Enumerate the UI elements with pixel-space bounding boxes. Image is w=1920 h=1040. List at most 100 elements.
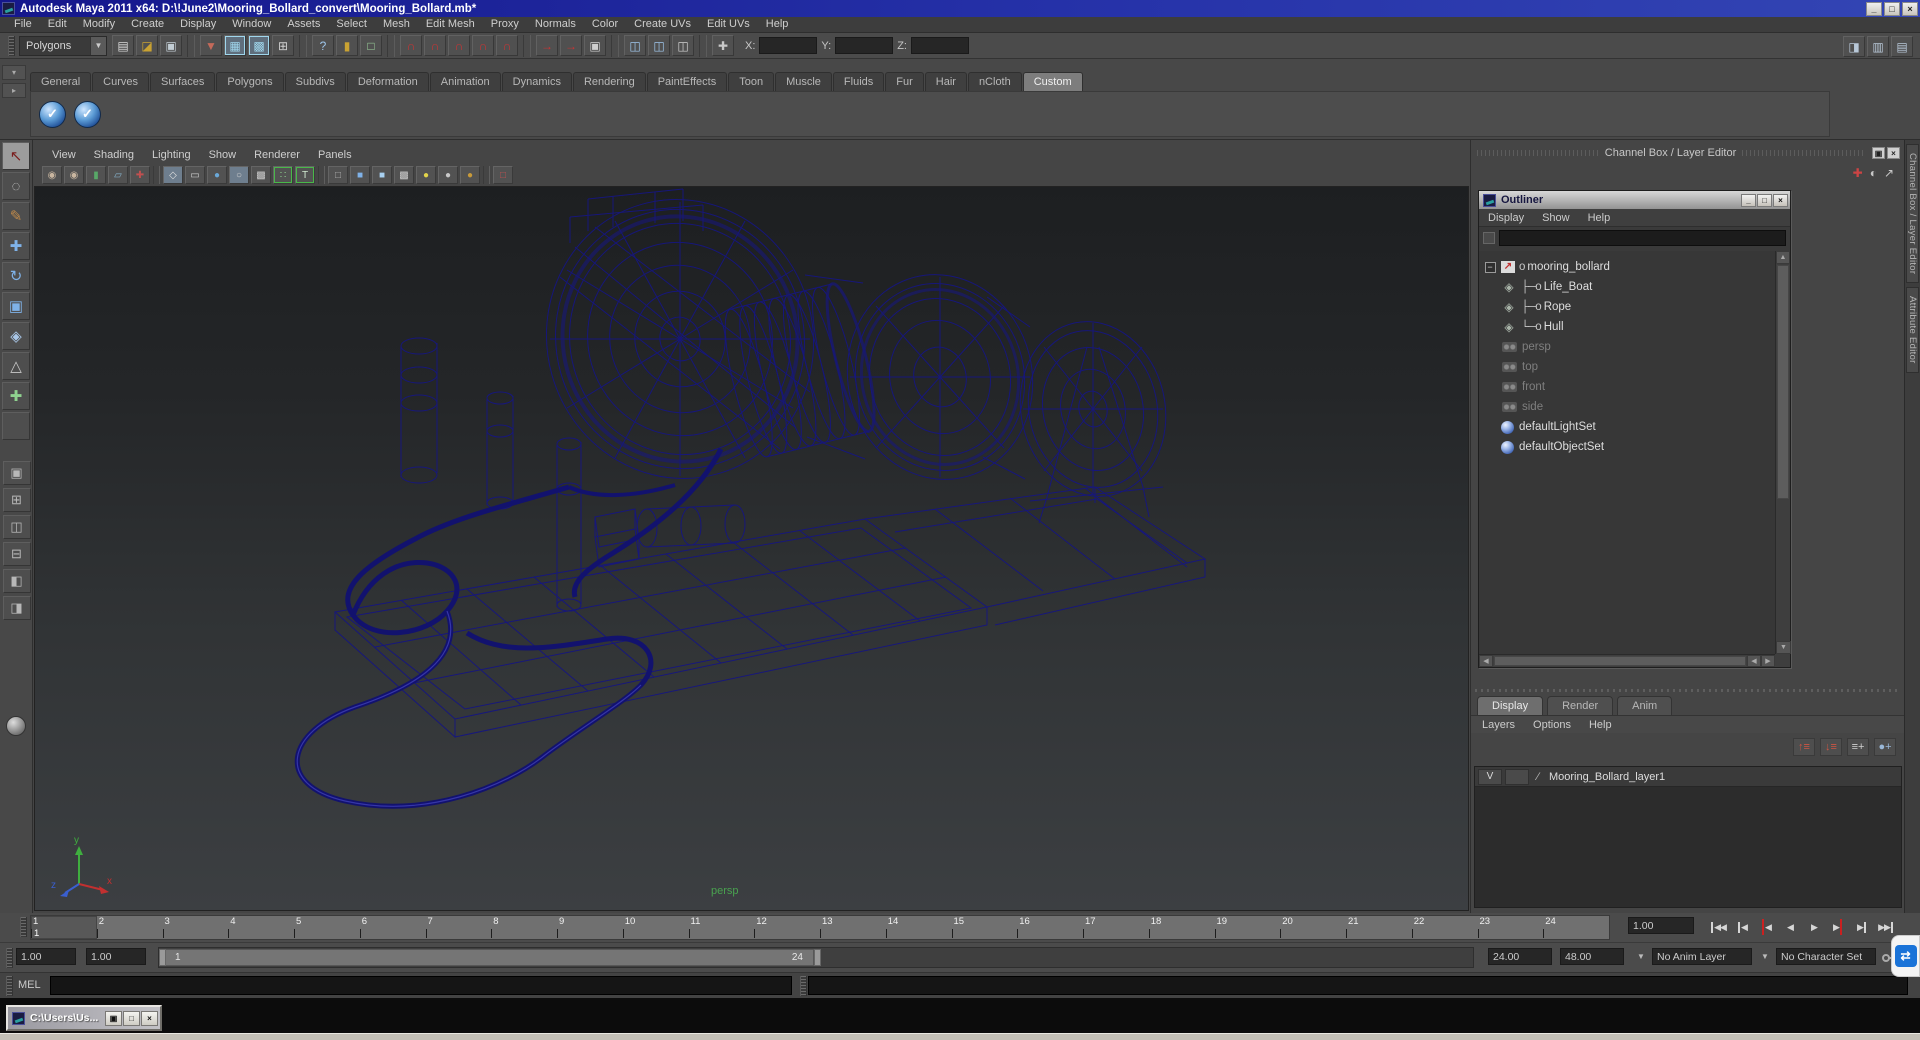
minimize-button[interactable]: _ <box>1866 1 1882 16</box>
move-tool[interactable]: ✚ <box>2 232 30 260</box>
frame-15[interactable]: 15 <box>951 916 1018 939</box>
select-by-object-icon[interactable]: ▦ <box>224 35 246 56</box>
snap-to-planes-icon[interactable]: ∩ <box>472 35 494 56</box>
outliner-close-button[interactable]: × <box>1773 193 1788 207</box>
outliner-item-defaultlightset[interactable]: defaultLightSet <box>1479 417 1775 437</box>
shelf-tab-general[interactable]: General <box>30 72 92 91</box>
safe-title-icon[interactable]: T <box>295 166 315 184</box>
menu-edit-uvs[interactable]: Edit UVs <box>699 17 758 33</box>
range-start-handle[interactable] <box>159 949 166 966</box>
layer-display-type-toggle[interactable] <box>1505 768 1529 785</box>
panel-menu-shading[interactable]: Shading <box>85 146 143 164</box>
select-by-component-icon[interactable]: ▩ <box>248 35 270 56</box>
layout-single-perspective[interactable]: ▣ <box>2 461 31 485</box>
range-end-handle[interactable] <box>814 949 821 966</box>
rotate-tool[interactable]: ↻ <box>2 262 30 290</box>
menu-mesh[interactable]: Mesh <box>375 17 418 33</box>
open-scene-icon[interactable]: ◪ <box>136 35 158 56</box>
outliner-menu-show[interactable]: Show <box>1533 212 1579 224</box>
2d-pan-zoom-icon[interactable]: ✚ <box>130 166 150 184</box>
shelf-tab-subdivs[interactable]: Subdivs <box>284 72 346 91</box>
frame-8[interactable]: 8 <box>491 916 557 939</box>
resolution-gate-icon[interactable]: ● <box>207 166 227 184</box>
menu-modify[interactable]: Modify <box>75 17 123 33</box>
menu-edit-mesh[interactable]: Edit Mesh <box>418 17 483 33</box>
menu-color[interactable]: Color <box>584 17 626 33</box>
field-chart-icon[interactable]: ▩ <box>251 166 271 184</box>
vertical-scroll-thumb[interactable] <box>1777 265 1789 499</box>
time-ruler[interactable]: 1 1 2 3 4 5 6 7 8 9 10 11 12 13 14 15 16 17 18 19 20 21 22 23 24 <box>30 915 1610 940</box>
output-connections-icon[interactable]: → <box>560 35 582 56</box>
new-scene-icon[interactable]: ▤ <box>112 35 134 56</box>
shelf-tab-animation[interactable]: Animation <box>429 72 501 91</box>
panel-menu-view[interactable]: View <box>43 146 85 164</box>
panel-menu-renderer[interactable]: Renderer <box>245 146 309 164</box>
command-result-drag-handle[interactable] <box>800 976 807 996</box>
outliner-item-persp[interactable]: persp <box>1479 337 1775 357</box>
outliner-vertical-scrollbar[interactable]: ▲ ▼ <box>1775 251 1791 654</box>
play-backwards-button[interactable]: ◀ <box>1778 916 1802 938</box>
shelf-tab-toon[interactable]: Toon <box>728 72 775 91</box>
panel-menu-show[interactable]: Show <box>200 146 246 164</box>
frame-24[interactable]: 24 <box>1543 916 1609 939</box>
outliner-item-mooring-bollard[interactable]: − ↗ o mooring_bollard <box>1479 257 1775 277</box>
outliner-menu-help[interactable]: Help <box>1579 212 1620 224</box>
shelf-tab-muscle[interactable]: Muscle <box>775 72 832 91</box>
collapse-icon[interactable]: − <box>1484 261 1496 273</box>
camera-attributes-icon[interactable]: ◉ <box>64 166 84 184</box>
frame-17[interactable]: 17 <box>1083 916 1149 939</box>
scroll-left-icon[interactable]: ◀ <box>1479 655 1493 667</box>
toolbar-separator[interactable] <box>387 34 395 57</box>
collapsed-explorer-window[interactable]: C:\Users\Us... ▣ □ × <box>6 1005 162 1031</box>
highlight-selection-icon[interactable]: ⊞ <box>272 35 294 56</box>
shelf-tab-deformation[interactable]: Deformation <box>346 72 429 91</box>
scroll-down-icon[interactable]: ▼ <box>1776 641 1791 654</box>
shelf-tab-polygons[interactable]: Polygons <box>216 72 284 91</box>
tab-channel-box-layer-editor[interactable]: Channel Box / Layer Editor <box>1906 144 1919 284</box>
camera-select-icon[interactable]: ◉ <box>42 166 62 184</box>
playback-speed-field[interactable]: 1.00 <box>1628 917 1694 934</box>
frame-2[interactable]: 2 <box>96 916 163 939</box>
outliner-item-defaultobjectset[interactable]: defaultObjectSet <box>1479 437 1775 457</box>
film-gate-icon[interactable]: ▭ <box>185 166 205 184</box>
filter-icon[interactable] <box>1483 232 1495 244</box>
snap-to-grids-icon[interactable]: ∩ <box>400 35 422 56</box>
universal-manipulator-tool[interactable]: ◈ <box>2 322 30 350</box>
layer-name[interactable]: Mooring_Bollard_layer1 <box>1547 771 1665 783</box>
toolbar-separator[interactable] <box>187 34 195 57</box>
outliner-minimize-button[interactable]: _ <box>1741 193 1756 207</box>
layer-menu-layers[interactable]: Layers <box>1473 719 1524 731</box>
snap-to-curves-icon[interactable]: ∩ <box>424 35 446 56</box>
menu-display[interactable]: Display <box>172 17 224 33</box>
anim-layer-selector[interactable]: No Anim Layer <box>1652 948 1752 965</box>
new-layer-from-selected-icon[interactable]: ●+ <box>1874 738 1896 756</box>
frame-21[interactable]: 21 <box>1346 916 1412 939</box>
layer-menu-help[interactable]: Help <box>1580 719 1621 731</box>
layout-hypershade-persp[interactable]: ◧ <box>2 569 31 593</box>
shelf-menu-button[interactable]: ▾ <box>2 65 26 80</box>
construction-history-icon[interactable]: ▣ <box>584 35 606 56</box>
tab-attribute-editor[interactable]: Attribute Editor <box>1906 287 1919 373</box>
frame-10[interactable]: 10 <box>622 916 689 939</box>
playback-start-field[interactable]: 1.00 <box>86 948 146 965</box>
frame-22[interactable]: 22 <box>1411 916 1478 939</box>
lighting-default-icon[interactable]: ● <box>438 166 458 184</box>
outliner-item-side[interactable]: side <box>1479 397 1775 417</box>
frame-5[interactable]: 5 <box>294 916 360 939</box>
layer-editor-tab-render[interactable]: Render <box>1547 696 1614 715</box>
mel-command-input[interactable] <box>50 976 792 995</box>
z-input[interactable] <box>910 37 969 54</box>
menu-create[interactable]: Create <box>123 17 172 33</box>
step-back-frame-button[interactable]: ◀ <box>1730 916 1754 938</box>
frame-19[interactable]: 19 <box>1214 916 1281 939</box>
safe-action-icon[interactable]: ∷ <box>273 166 293 184</box>
layout-persp-graph[interactable]: ⊟ <box>2 542 31 566</box>
layout-four-view[interactable]: ⊞ <box>2 488 31 512</box>
bookmarks-icon[interactable]: ▮ <box>86 166 106 184</box>
move-layer-down-icon[interactable]: ↓≡ <box>1820 738 1842 756</box>
toolbar-separator[interactable] <box>523 34 531 57</box>
menu-help[interactable]: Help <box>758 17 797 33</box>
step-forward-key-button[interactable]: ▶ <box>1826 916 1850 938</box>
object-selection-icon[interactable]: □ <box>493 166 513 184</box>
frame-23[interactable]: 23 <box>1477 916 1544 939</box>
